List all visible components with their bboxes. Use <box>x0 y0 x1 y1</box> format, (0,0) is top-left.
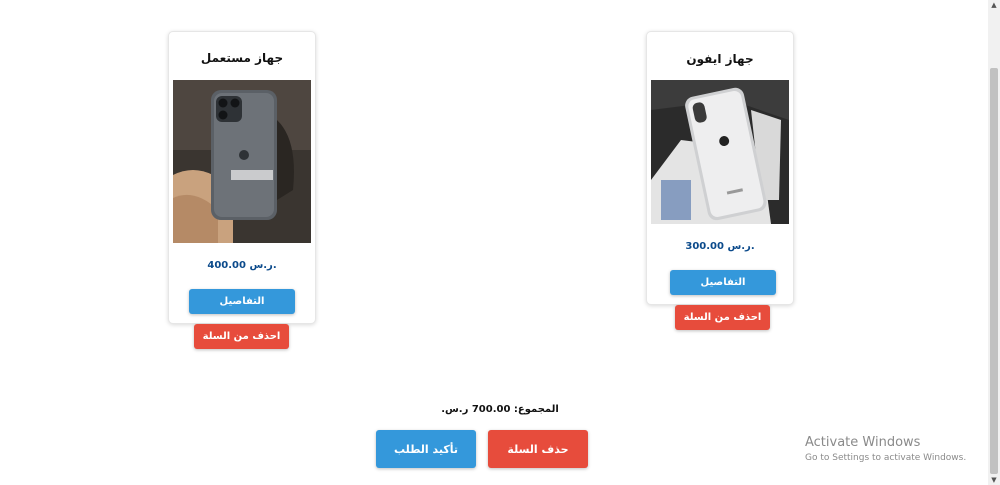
remove-from-cart-button[interactable]: احذف من السلة <box>675 305 770 330</box>
activate-windows-subtitle: Go to Settings to activate Windows. <box>805 453 967 463</box>
product-title: جهاز مستعمل <box>200 51 284 65</box>
product-image-used-phone <box>173 80 311 243</box>
remove-from-cart-button[interactable]: احذف من السلة <box>194 324 289 349</box>
total-value: 700.00 ر.س. <box>441 404 511 415</box>
product-title: جهاز ايفون <box>686 52 754 66</box>
cart-total: المجموع: 700.00 ر.س. <box>400 404 600 415</box>
product-price: 300.00 ر.س. <box>685 241 755 252</box>
product-card-iphone: جهاز ايفون 300.00 ر.س. التفاصيل <box>646 31 794 305</box>
product-image-iphone <box>651 80 789 224</box>
scroll-up-arrow-icon[interactable]: ▲ <box>988 0 1000 10</box>
product-card-used-device: جهاز مستعمل 400.00 ر.س. التفاصيل <box>168 31 316 324</box>
clear-cart-button[interactable]: حذف السلة <box>488 430 588 468</box>
vertical-scrollbar[interactable]: ▲ ▼ <box>988 0 1000 485</box>
activate-windows-title: Activate Windows <box>805 435 921 450</box>
details-button[interactable]: التفاصيل <box>189 289 295 314</box>
product-price: 400.00 ر.س. <box>207 260 277 271</box>
scroll-down-arrow-icon[interactable]: ▼ <box>988 475 1000 485</box>
confirm-order-button[interactable]: تأكيد الطلب <box>376 430 476 468</box>
details-button[interactable]: التفاصيل <box>670 270 776 295</box>
cart-page: جهاز مستعمل 400.00 ر.س. التفاصيل احذف من… <box>0 0 1000 485</box>
scrollbar-thumb[interactable] <box>990 68 998 474</box>
total-label: المجموع: <box>513 404 559 415</box>
